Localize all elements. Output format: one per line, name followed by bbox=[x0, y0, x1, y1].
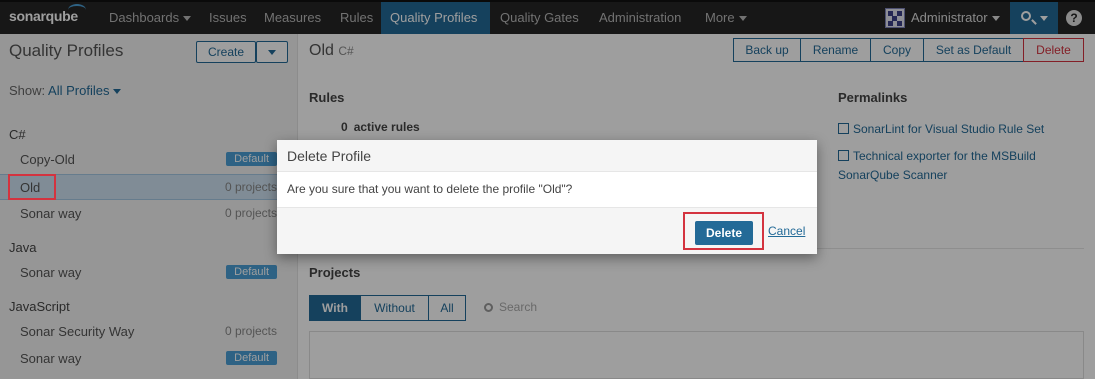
dialog-title: Delete Profile bbox=[287, 148, 372, 164]
dialog-message: Are you sure that you want to delete the… bbox=[287, 182, 573, 196]
highlight-box bbox=[683, 212, 764, 250]
highlight-box bbox=[8, 174, 56, 200]
dialog-header: Delete Profile bbox=[277, 140, 817, 172]
cancel-link[interactable]: Cancel bbox=[768, 224, 805, 238]
